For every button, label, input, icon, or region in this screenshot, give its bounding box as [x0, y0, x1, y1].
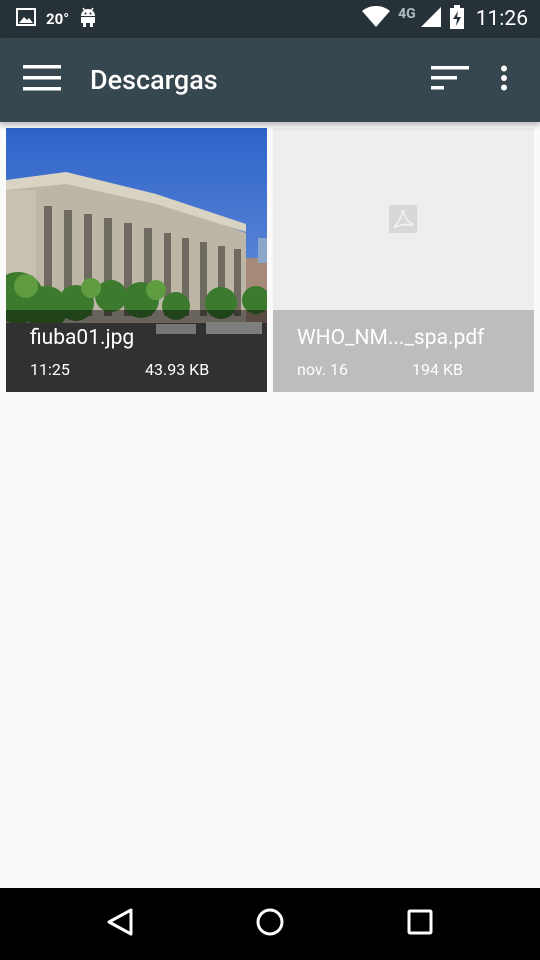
more-options-button[interactable] — [482, 55, 526, 105]
clock: 11:26 — [475, 7, 528, 31]
file-caption: fiuba01.jpg 11:25 43.93 KB — [6, 310, 267, 392]
file-tile-pdf[interactable]: WHO_NM..._spa.pdf nov. 16 194 KB — [273, 128, 534, 392]
home-button[interactable] — [230, 888, 310, 960]
wifi-icon — [362, 5, 391, 32]
page-title: Descargas — [90, 64, 218, 96]
file-date: nov. 16 — [297, 360, 348, 379]
file-size: 43.93 KB — [145, 360, 210, 379]
pdf-icon — [389, 205, 417, 233]
file-name: fiuba01.jpg — [30, 326, 135, 350]
network-type: 4G — [398, 6, 416, 22]
android-icon — [79, 6, 97, 32]
recents-icon — [406, 908, 434, 940]
gallery-icon — [16, 8, 36, 30]
more-vert-icon — [500, 65, 508, 95]
menu-icon — [23, 64, 61, 96]
file-caption: WHO_NM..._spa.pdf nov. 16 194 KB — [273, 310, 534, 392]
signal-icon — [420, 6, 442, 32]
navigation-bar — [0, 888, 540, 960]
file-size: 194 KB — [412, 360, 463, 379]
recents-button[interactable] — [380, 888, 460, 960]
file-tile-image[interactable]: fiuba01.jpg 11:25 43.93 KB — [6, 128, 267, 392]
home-icon — [255, 907, 285, 941]
back-button[interactable] — [80, 888, 160, 960]
menu-button[interactable] — [14, 55, 70, 105]
temperature-text: 20° — [46, 10, 70, 28]
sort-button[interactable] — [424, 55, 476, 105]
sort-icon — [431, 65, 469, 95]
back-icon — [106, 907, 134, 941]
app-toolbar: Descargas — [0, 38, 540, 122]
status-bar: 20° 4G 11:26 — [0, 0, 540, 38]
battery-charging-icon — [449, 5, 464, 33]
file-date: 11:25 — [30, 360, 70, 379]
file-name: WHO_NM..._spa.pdf — [297, 326, 485, 350]
